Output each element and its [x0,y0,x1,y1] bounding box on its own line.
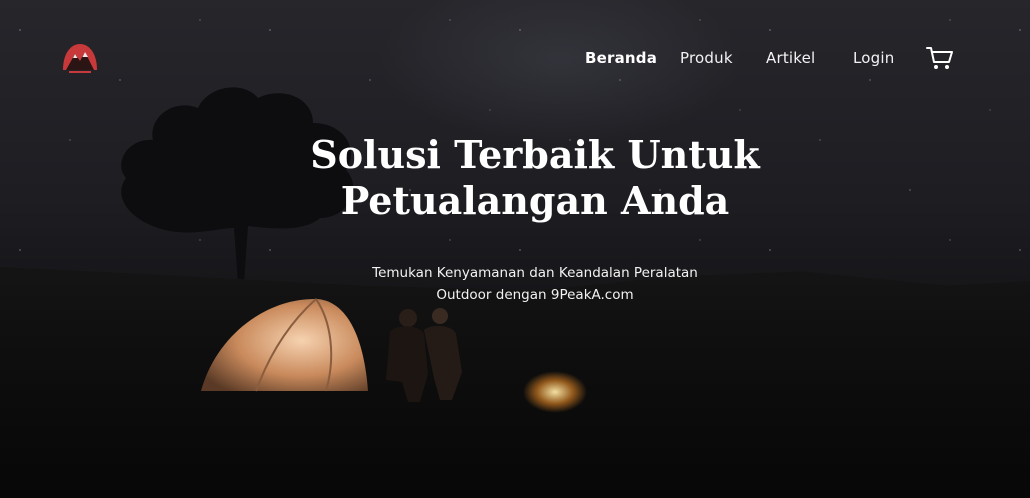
hero-subtitle-line-1: Temukan Kenyamanan dan Keandalan Peralat… [372,265,698,281]
hero-title-line-1: Solusi Terbaik Untuk [310,132,760,177]
hero-title-line-2: Petualangan Anda [340,178,730,223]
hero-title: Solusi Terbaik Untuk Petualangan Anda [215,132,855,224]
campfire [500,350,610,440]
campers-silhouette [386,308,462,402]
hero-subtitle: Temukan Kenyamanan dan Keandalan Peralat… [335,262,735,306]
hero-subtitle-line-2: Outdoor dengan 9PeakA.com [436,287,634,303]
nav-item-produk[interactable]: Produk [680,49,733,67]
shopping-cart-icon[interactable] [926,45,954,71]
nav-item-artikel[interactable]: Artikel [766,49,815,67]
top-navigation: Beranda Produk Artikel Login [0,0,1030,118]
nav-item-login[interactable]: Login [853,49,894,67]
logo-icon[interactable] [62,40,98,74]
tent-illustration [201,298,368,392]
nav-item-beranda[interactable]: Beranda [585,49,657,67]
